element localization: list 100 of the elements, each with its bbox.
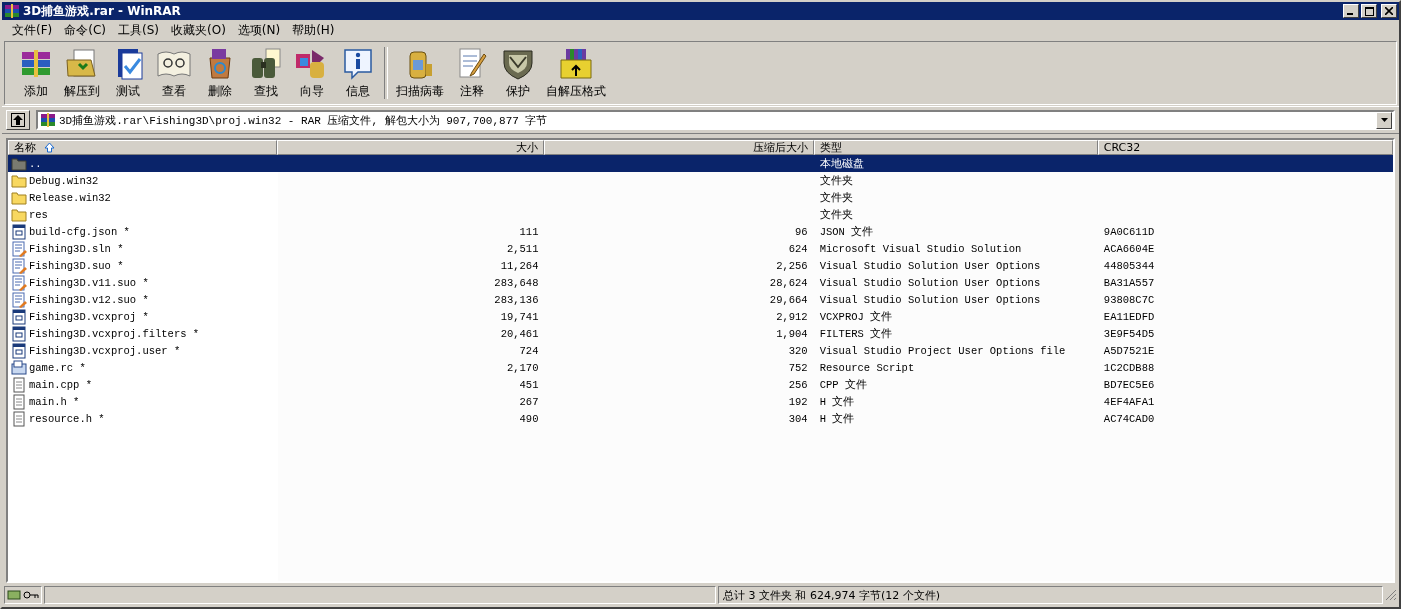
- file-row[interactable]: Fishing3D.vcxproj * 19,741 2,912 VCXPROJ 文件 EA11EDFD: [8, 308, 1393, 325]
- crc-cell: ACA6604E: [1103, 242, 1155, 255]
- file-row[interactable]: res 文件夹: [8, 206, 1393, 223]
- file-row[interactable]: resource.h * 490 304 H 文件 AC74CAD0: [8, 410, 1393, 427]
- type-cell: Visual Studio Solution User Options: [819, 259, 1041, 272]
- packed-size-cell: 192: [788, 395, 808, 408]
- size-cell: 11,264: [500, 259, 539, 272]
- file-row[interactable]: main.h * 267 192 H 文件 4EF4AFA1: [8, 393, 1393, 410]
- file-row[interactable]: .. 本地磁盘: [8, 155, 1393, 172]
- packed-size-cell: 29,664: [769, 293, 808, 306]
- file-row[interactable]: Fishing3D.vcxproj.filters * 20,461 1,904 FILTERS 文件 3E9F54D5: [8, 325, 1393, 342]
- file-name: res: [29, 208, 48, 221]
- packed-size-cell: 28,624: [769, 276, 808, 289]
- crc-cell: A5D7521E: [1103, 344, 1155, 357]
- crc-cell: BA31A557: [1103, 276, 1155, 289]
- toolbar-button[interactable]: 向导: [289, 43, 335, 103]
- type-cell: JSON 文件: [819, 224, 874, 239]
- size-cell: 267: [519, 395, 539, 408]
- resize-grip-icon[interactable]: [1385, 589, 1397, 601]
- size-cell: 2,511: [506, 242, 539, 255]
- type-cell: H 文件: [819, 394, 855, 409]
- file-name: Debug.win32: [29, 174, 99, 187]
- books-icon: [40, 112, 56, 128]
- toolbar-button[interactable]: 注释: [449, 43, 495, 103]
- file-row[interactable]: Fishing3D.sln * 2,511 624 Microsoft Visual Studio Solution ACA6604E: [8, 240, 1393, 257]
- menu-item[interactable]: 选项(N): [231, 21, 287, 39]
- menu-item[interactable]: 文件(F): [6, 21, 59, 39]
- type-cell: 文件夹: [819, 207, 853, 222]
- crc-cell: 4EF4AFA1: [1103, 395, 1155, 408]
- folder-icon: [11, 155, 27, 172]
- column-header[interactable]: 名称: [8, 140, 278, 155]
- menu-item[interactable]: 帮助(H): [286, 21, 341, 39]
- column-header[interactable]: CRC32: [1097, 140, 1393, 155]
- crc-cell: 93808C7C: [1103, 293, 1155, 306]
- toolbar-button[interactable]: 解压到: [59, 43, 105, 103]
- size-cell: 111: [519, 225, 539, 238]
- type-cell: Visual Studio Project User Options file: [819, 344, 1066, 357]
- menu-item[interactable]: 收藏夹(O): [165, 21, 232, 39]
- file-row[interactable]: game.rc * 2,170 752 Resource Script 1C2CDB88: [8, 359, 1393, 376]
- size-cell: 283,648: [494, 276, 539, 289]
- toolbar-button[interactable]: 信息: [335, 43, 381, 103]
- crc-cell: EA11EDFD: [1103, 310, 1155, 323]
- packed-size-cell: 304: [788, 412, 808, 425]
- toolbar-button[interactable]: 保护: [495, 43, 541, 103]
- column-header[interactable]: 类型: [813, 140, 1098, 155]
- window-file-icon: [11, 325, 27, 342]
- file-name: build-cfg.json *: [29, 225, 130, 238]
- close-button[interactable]: [1381, 4, 1397, 18]
- column-header[interactable]: 压缩后大小: [544, 140, 814, 155]
- packed-size-cell: 2,256: [776, 259, 808, 272]
- packed-size-cell: 320: [788, 344, 808, 357]
- size-cell: 2,170: [506, 361, 539, 374]
- type-cell: H 文件: [819, 411, 855, 426]
- file-name: main.cpp *: [29, 378, 92, 391]
- file-row[interactable]: Fishing3D.vcxproj.user * 724 320 Visual Studio Project User Options file A5D7521E: [8, 342, 1393, 359]
- crc-cell: AC74CAD0: [1103, 412, 1155, 425]
- file-row[interactable]: Release.win32 文件夹: [8, 189, 1393, 206]
- file-name: resource.h *: [29, 412, 105, 425]
- file-row[interactable]: Fishing3D.v12.suo * 283,136 29,664 Visual Studio Solution User Options 93808C7C: [8, 291, 1393, 308]
- packed-size-cell: 1,904: [776, 327, 808, 340]
- size-cell: 451: [519, 378, 539, 391]
- file-row[interactable]: Fishing3D.v11.suo * 283,648 28,624 Visual Studio Solution User Options BA31A557: [8, 274, 1393, 291]
- size-cell: 20,461: [500, 327, 539, 340]
- file-name: Fishing3D.vcxproj.filters *: [29, 327, 200, 340]
- text-file-icon: [11, 393, 27, 410]
- file-row[interactable]: Fishing3D.suo * 11,264 2,256 Visual Studio Solution User Options 44805344: [8, 257, 1393, 274]
- maximize-button[interactable]: [1361, 4, 1377, 18]
- caret-icon: [1380, 118, 1388, 122]
- toolbar-button[interactable]: 查看: [151, 43, 197, 103]
- file-name: Fishing3D.suo *: [29, 259, 124, 272]
- toolbar-button[interactable]: 扫描病毒: [391, 43, 449, 103]
- toolbar-button[interactable]: 添加: [13, 43, 59, 103]
- size-cell: 490: [519, 412, 539, 425]
- packed-size-cell: 256: [788, 378, 808, 391]
- toolbar-button[interactable]: 自解压格式: [541, 43, 611, 103]
- toolbar-button[interactable]: 查找: [243, 43, 289, 103]
- menu-item[interactable]: 命令(C): [58, 21, 112, 39]
- crc-cell: 1C2CDB88: [1103, 361, 1155, 374]
- packed-size-cell: 624: [788, 242, 808, 255]
- type-cell: 文件夹: [819, 173, 853, 188]
- column-header[interactable]: 大小: [277, 140, 545, 155]
- file-row[interactable]: main.cpp * 451 256 CPP 文件 BD7EC5E6: [8, 376, 1393, 393]
- menu-item[interactable]: 工具(S): [112, 21, 165, 39]
- toolbar-button[interactable]: 删除: [197, 43, 243, 103]
- type-cell: 本地磁盘: [819, 156, 864, 171]
- minimize-button[interactable]: [1343, 4, 1359, 18]
- toolbar-button[interactable]: 测试: [105, 43, 151, 103]
- type-cell: 文件夹: [819, 190, 853, 205]
- dropdown-button[interactable]: [1376, 111, 1392, 129]
- file-row[interactable]: Debug.win32 文件夹: [8, 172, 1393, 189]
- address-field[interactable]: 3D捕鱼游戏.rar\Fishing3D\proj.win32 - RAR 压缩文件, 解包大小为 907,700,877 字节: [36, 110, 1395, 130]
- script-file-icon: [11, 257, 27, 274]
- file-name: game.rc *: [29, 361, 86, 374]
- type-cell: Microsoft Visual Studio Solution: [819, 242, 1022, 255]
- script-file-icon: [11, 240, 27, 257]
- up-folder-button[interactable]: [6, 110, 30, 130]
- file-row[interactable]: build-cfg.json * 111 96 JSON 文件 9A0C611D: [8, 223, 1393, 240]
- type-cell: FILTERS 文件: [819, 326, 893, 341]
- file-name: Fishing3D.sln *: [29, 242, 124, 255]
- packed-size-cell: 752: [788, 361, 808, 374]
